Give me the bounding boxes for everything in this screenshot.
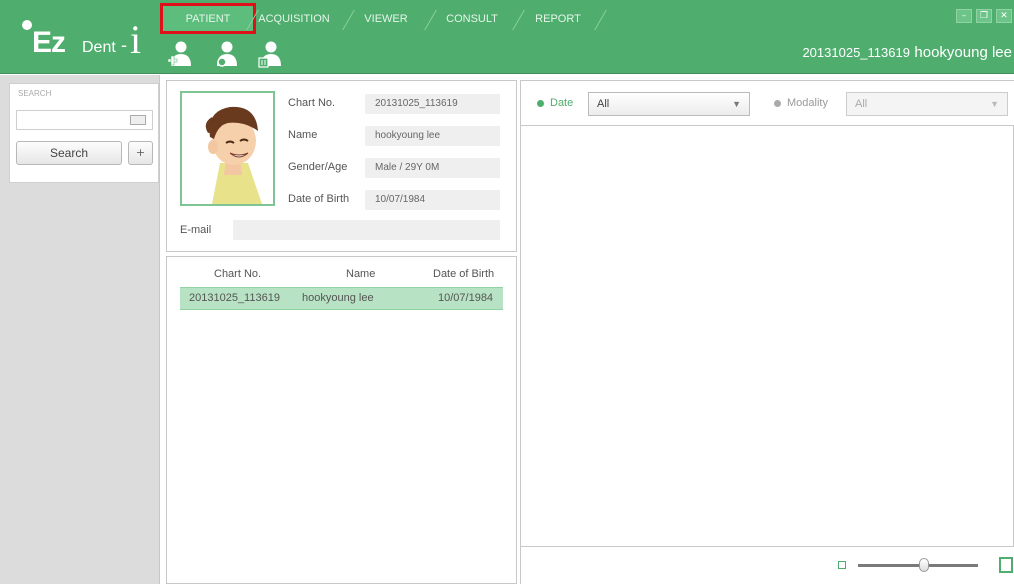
email-value xyxy=(233,220,500,240)
tab-viewer[interactable]: VIEWER xyxy=(350,6,422,32)
dob-label: Date of Birth xyxy=(288,193,350,205)
date-select[interactable]: All ▼ xyxy=(588,92,750,116)
row-name: hookyoung lee xyxy=(302,292,374,304)
patient-photo xyxy=(180,91,275,206)
filter-bar: Date All ▼ Modality All ▼ xyxy=(521,81,1014,126)
column-header-chart-no[interactable]: Chart No. xyxy=(214,268,261,280)
tab-patient[interactable]: PATIENT xyxy=(166,6,250,32)
tab-consult[interactable]: CONSULT xyxy=(436,6,508,32)
modality-select-value: All xyxy=(855,98,868,110)
left-sidebar: SEARCH Search + xyxy=(0,75,160,584)
name-value: hookyoung lee xyxy=(365,126,500,146)
date-radio[interactable] xyxy=(537,100,544,107)
zoom-slider-thumb[interactable] xyxy=(919,558,929,572)
logo-ez-text: Ez xyxy=(32,26,66,59)
delete-patient-icon[interactable] xyxy=(258,40,284,70)
app-header: Ez Dent - i PATIENT ACQUISITION VIEWER C… xyxy=(0,0,1014,74)
modality-select[interactable]: All ▼ xyxy=(846,92,1008,116)
current-patient-label: 20131025_113619 hookyoung lee xyxy=(802,44,1012,62)
logo-i-text: i xyxy=(130,17,142,62)
close-button[interactable]: ✕ xyxy=(996,9,1012,23)
column-header-dob[interactable]: Date of Birth xyxy=(433,268,494,280)
tab-separator xyxy=(594,10,607,30)
tab-separator xyxy=(424,10,437,30)
image-list-panel: Date All ▼ Modality All ▼ xyxy=(520,80,1014,584)
logo-dash-text: - xyxy=(121,35,127,55)
edit-patient-icon[interactable] xyxy=(214,40,240,70)
zoom-out-icon[interactable] xyxy=(838,561,846,569)
restore-button[interactable]: ❐ xyxy=(976,9,992,23)
logo-dent-text: Dent xyxy=(82,39,116,56)
gender-age-label: Gender/Age xyxy=(288,161,348,173)
search-button[interactable]: Search xyxy=(16,141,122,165)
patient-list-panel: Chart No. Name Date of Birth 20131025_11… xyxy=(166,256,517,584)
minimize-button[interactable]: – xyxy=(956,9,972,23)
name-label: Name xyxy=(288,129,318,141)
table-row[interactable]: 20131025_113619 hookyoung lee 10/07/1984 xyxy=(180,287,503,310)
patient-avatar-icon xyxy=(182,93,273,204)
gender-age-value: Male / 29Y 0M xyxy=(365,158,500,178)
row-dob: 10/07/1984 xyxy=(438,292,494,304)
header-patient-name: hookyoung lee xyxy=(914,44,1012,61)
search-label: SEARCH xyxy=(18,89,52,98)
date-select-value: All xyxy=(597,98,610,110)
chart-no-label: Chart No. xyxy=(288,97,336,109)
tab-acquisition[interactable]: ACQUISITION xyxy=(254,6,334,32)
modality-radio[interactable] xyxy=(774,100,781,107)
email-label: E-mail xyxy=(180,224,212,236)
column-header-name[interactable]: Name xyxy=(346,268,375,280)
zoom-slider-track[interactable] xyxy=(858,564,978,567)
date-filter-label: Date xyxy=(550,97,574,109)
thumbnail-zoom-bar xyxy=(521,546,1014,584)
add-patient-icon[interactable] xyxy=(168,40,194,70)
row-chart-no: 20131025_113619 xyxy=(189,292,280,304)
zoom-in-icon[interactable] xyxy=(999,557,1013,573)
dob-value: 10/07/1984 xyxy=(365,190,500,210)
advanced-search-button[interactable]: + xyxy=(128,141,153,165)
patient-info-panel: Chart No. 20131025_113619 Name hookyoung… xyxy=(166,80,517,252)
search-panel: SEARCH Search + xyxy=(9,83,159,183)
keyboard-icon[interactable] xyxy=(130,115,146,125)
header-chart-no: 20131025_113619 xyxy=(802,45,910,60)
logo-dot xyxy=(22,20,32,30)
chart-no-value: 20131025_113619 xyxy=(365,94,500,114)
tab-report[interactable]: REPORT xyxy=(522,6,594,32)
chevron-down-icon: ▼ xyxy=(990,99,999,109)
modality-filter-label: Modality xyxy=(787,97,828,109)
chevron-down-icon: ▼ xyxy=(732,99,741,109)
